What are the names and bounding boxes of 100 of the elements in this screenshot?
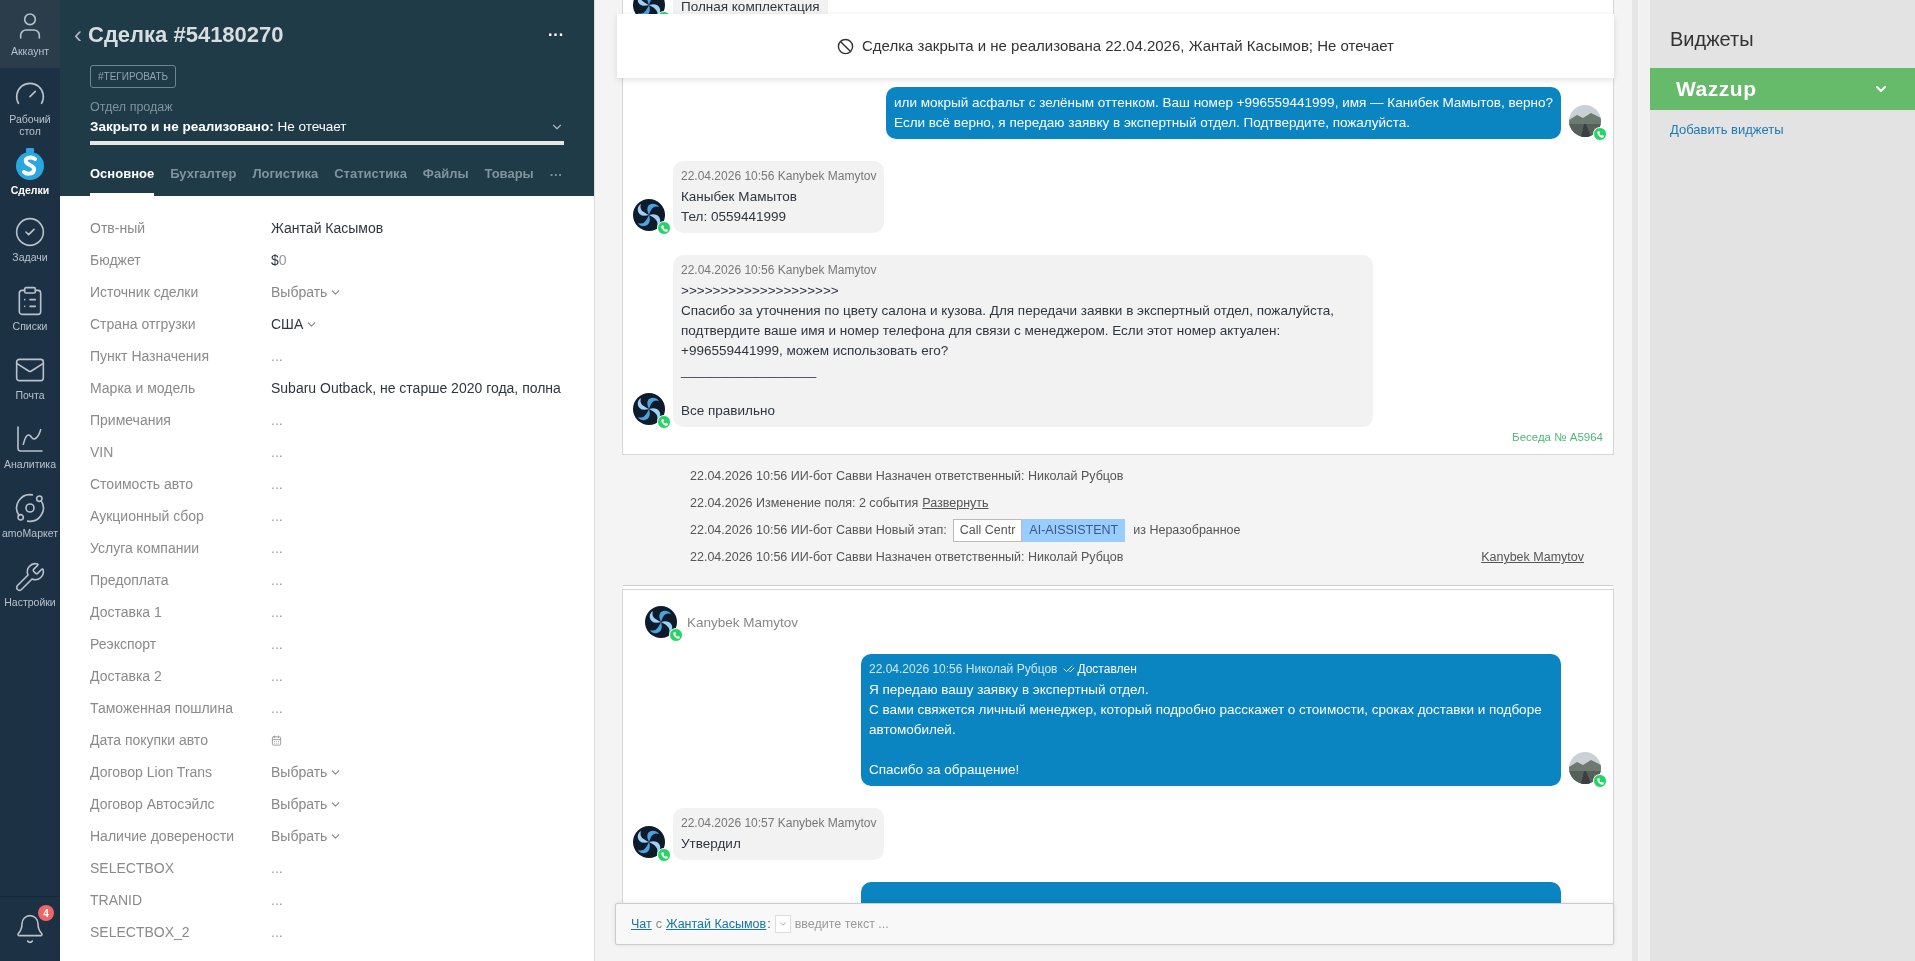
select-dropdown[interactable]: Выбрать: [271, 825, 343, 847]
widgets-title: Виджеты: [1669, 27, 1755, 52]
swirl-avatar-icon: [633, 199, 665, 231]
status-dropdown[interactable]: Закрыто и не реализовано: Не отечает: [90, 116, 564, 145]
phone-badge-icon: [657, 415, 671, 429]
field-label: Договор Автосэйлс: [90, 794, 216, 814]
field-value: ...: [271, 506, 283, 526]
field-label: Примечания: [90, 410, 172, 430]
recipient-dropdown[interactable]: [774, 915, 791, 933]
message-composer[interactable]: Чат с Жантай Касымов: введите текст ...: [615, 903, 1614, 945]
field-label: Источник сделки: [90, 282, 200, 302]
field-label: Услуга компании: [90, 538, 201, 558]
author-link[interactable]: Kanybek Mamytov: [1481, 548, 1584, 568]
field-label: TRANID: [90, 890, 144, 910]
notifications-button[interactable]: 4: [6, 905, 54, 953]
field-label: Договор Lion Trans: [90, 762, 214, 782]
separator-text: :: [767, 915, 771, 933]
message-meta: 22.04.2026 10:57 Kanybek Mamytov: [681, 815, 877, 833]
phone-badge-icon: [657, 848, 671, 863]
nav-item[interactable]: Аккаунт: [0, 0, 60, 68]
message-text: Каныбек Мамытов Тел: 0559441999: [681, 188, 798, 226]
select-dropdown[interactable]: Выбрать: [271, 281, 343, 303]
field-label: Аукционный сбор: [90, 506, 205, 526]
chat-mode-link[interactable]: Чат: [631, 914, 652, 934]
s-logo-icon: [15, 147, 45, 181]
message-meta: 22.04.2026 10:56 Kanybek Mamytov: [681, 168, 877, 185]
stage-tag: AI-AISSISTENT: [1022, 519, 1126, 543]
nav-item[interactable]: Задачи: [0, 206, 60, 275]
field-label: Марка и модель: [90, 378, 197, 398]
field-value: $0: [271, 250, 287, 270]
stage-tag: Call Centr: [952, 519, 1023, 543]
nav-item[interactable]: Аналитика: [0, 413, 60, 482]
more-tabs-button[interactable]: ···: [549, 164, 563, 196]
field-value: ...: [271, 538, 283, 558]
nav-item[interactable]: Рабочий стол: [0, 68, 60, 137]
back-button[interactable]: ‹: [74, 22, 82, 47]
tab[interactable]: Файлы: [422, 163, 469, 196]
chart-icon: [14, 423, 46, 455]
message-text: >>>>>>>>>>>>>>>>>>>> Спасибо за уточнения по цвету салона и кузова. Для передачи заявки в экспертный отдел, пожалуйста, подтвердите ваше имя и номер телефона для связи с менеджером. Если этот номер актуален: +996559441999, можем использовать его? __________________ Все правильно: [681, 282, 1336, 420]
nav-item[interactable]: Сделки: [0, 137, 60, 206]
message-text: Полная комплектация: [681, 0, 820, 16]
nav-item[interactable]: amoМаркет: [0, 482, 60, 551]
message-text: Утвердил: [681, 835, 742, 854]
notification-count: 4: [38, 905, 54, 921]
wrench-icon: [14, 561, 46, 593]
nav-item[interactable]: Настройки: [0, 551, 60, 620]
field-value: ...: [271, 698, 283, 718]
field-value: ...: [271, 474, 283, 494]
calendar-icon[interactable]: [271, 734, 282, 746]
expand-link[interactable]: Развернуть: [922, 494, 989, 514]
select-dropdown[interactable]: Выбрать: [271, 761, 343, 783]
phone-badge-icon: [1593, 127, 1607, 141]
tab[interactable]: Товары: [484, 163, 534, 196]
delivery-status: Доставлен: [1063, 660, 1137, 679]
field-label: Дата покупки авто: [90, 730, 209, 750]
field-label: Бюджет: [90, 250, 142, 270]
orbit-icon: [14, 492, 46, 524]
phone-badge-icon: [1593, 774, 1607, 789]
message-text: или мокрый асфальт с зелёным оттенком. Ваш номер +996559441999, имя — Канибек Мамытов, верно? Если всё верно, я передаю заявку в экспертный отдел. Подтвердите, пожалуйста.: [894, 94, 1553, 132]
more-button[interactable]: ···: [548, 22, 564, 47]
field-value: ...: [271, 858, 283, 878]
field-value: ...: [271, 410, 283, 430]
tab[interactable]: Бухгалтер: [170, 163, 237, 196]
ban-icon: [837, 37, 855, 55]
tab[interactable]: Логистика: [252, 163, 319, 196]
tab[interactable]: Основное: [90, 163, 155, 196]
field-value: ...: [271, 634, 283, 654]
deal-title: Сделка #54180270: [88, 21, 284, 49]
field-label: Отв-ный: [90, 218, 146, 238]
field-label: Пункт Назначения: [90, 346, 210, 366]
event-text: 22.04.2026 10:56 ИИ-бот Савви Новый этап:: [690, 522, 947, 540]
add-widgets-link[interactable]: Добавить виджеты: [1650, 120, 1915, 140]
field-label: Доставка 1: [90, 602, 163, 622]
nav-item[interactable]: Почта: [0, 344, 60, 413]
tab[interactable]: Статистика: [334, 163, 407, 196]
pipeline-name: Отдел продаж: [90, 99, 174, 116]
field-value: ...: [271, 602, 283, 622]
phone-badge-icon: [669, 628, 683, 643]
phone-badge-icon: [657, 221, 671, 235]
check-circle-icon: [14, 216, 46, 248]
swirl-avatar-icon: [645, 606, 677, 639]
field-value: Жантай Касымов: [271, 218, 384, 238]
field-value: ...: [271, 922, 283, 942]
field-label: Страна отгрузки: [90, 314, 197, 334]
field-value: ...: [271, 666, 283, 686]
select-dropdown[interactable]: США: [271, 313, 319, 335]
tag-button[interactable]: #ТЕГИРОВАТЬ: [90, 65, 177, 88]
select-dropdown[interactable]: Выбрать: [271, 793, 343, 815]
swirl-avatar-icon: [633, 393, 665, 425]
nav-item[interactable]: Списки: [0, 275, 60, 344]
field-label: SELECTBOX: [90, 858, 176, 878]
banner-text: Сделка закрыта и не реализована 22.04.2026, Жантай Касымов; Не отечает: [862, 35, 1394, 56]
recipient-link[interactable]: Жантай Касымов: [666, 914, 767, 934]
event-text: 22.04.2026 10:56 ИИ-бот Савви Назначен ответственный: Николай Рубцов: [690, 468, 1124, 486]
field-value: ...: [271, 442, 283, 462]
field-value: ...: [271, 346, 283, 366]
contact-name: Kanybek Mamytov: [687, 614, 799, 633]
field-label: Наличие доверености: [90, 826, 236, 846]
message-meta: 22.04.2026 10:56 Николай Рубцов: [869, 661, 1058, 679]
field-label: Доставка 2: [90, 666, 163, 686]
